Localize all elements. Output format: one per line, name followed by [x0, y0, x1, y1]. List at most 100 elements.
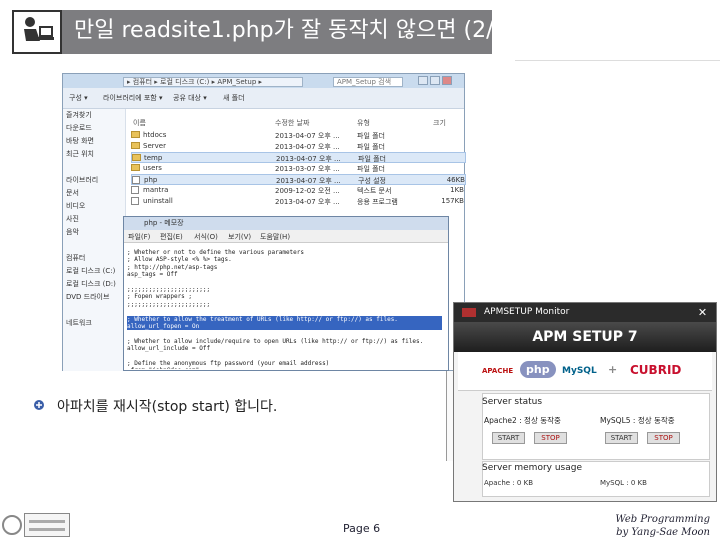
- toolbar-new-folder[interactable]: 새 폴더: [223, 93, 245, 103]
- apm-monitor-window: APMSETUP Monitor ✕ APM SETUP 7 APACHE ph…: [453, 302, 717, 502]
- file-row[interactable]: php 2013-04-07 오후 ... 구성 설정 46KB: [131, 174, 466, 185]
- notepad-line: ;from="john@doe.com": [127, 367, 442, 369]
- slide-title: 만일 readsite1.php가 잘 동작치 않으면 (2/2): [74, 18, 517, 43]
- apache-status: Apache2 : 정상 동작중: [484, 416, 561, 425]
- nav-item[interactable]: 즐겨찾기: [63, 109, 125, 122]
- close-button[interactable]: [442, 76, 452, 85]
- toolbar-organize[interactable]: 구성 ▾: [69, 93, 88, 103]
- notepad-menubar: 파일(F) 편집(E) 서식(O) 보기(V) 도움말(H): [124, 230, 448, 243]
- file-date: 2013-04-07 오후 ...: [275, 198, 340, 206]
- apm-window-title: APMSETUP Monitor: [484, 307, 570, 317]
- minimize-button[interactable]: [418, 76, 428, 85]
- file-date: 2013-04-07 오후 ...: [275, 143, 340, 151]
- mysql-logo: MySQL: [562, 366, 597, 376]
- university-seal-icon: [2, 515, 22, 535]
- explorer-address-bar[interactable]: ▸ 컴퓨터 ▸ 로컬 디스크 (C:) ▸ APM_Setup ▸: [123, 77, 303, 87]
- person-at-desk-icon: [24, 17, 54, 41]
- file-row[interactable]: Server 2013-04-07 오후 ... 파일 폴더: [131, 141, 466, 152]
- explorer-nav-pane: 즐겨찾기 다운로드 바탕 화면 최근 위치 라이브러리 문서 비디오 사진 음악…: [63, 109, 126, 371]
- nav-item[interactable]: 바탕 화면: [63, 135, 125, 148]
- notepad-text-area[interactable]: ; Whether or not to define the various p…: [127, 249, 442, 369]
- file-name: temp: [144, 154, 163, 162]
- notepad-line: ; Define the anonymous ftp password (you…: [127, 360, 330, 368]
- title-right-strip: [515, 38, 720, 61]
- menu-format[interactable]: 서식(O): [194, 232, 218, 242]
- folder-icon: [131, 142, 140, 149]
- file-icon: [132, 176, 140, 184]
- column-header-size[interactable]: 크기: [433, 118, 446, 128]
- file-icon: [131, 186, 139, 194]
- file-type: 응용 프로그램: [357, 198, 398, 206]
- notepad-line: ; Whether or not to define the various p…: [127, 249, 305, 256]
- file-type: 파일 폴더: [357, 165, 385, 173]
- file-name: uninstall: [143, 197, 173, 205]
- nav-item[interactable]: 음악: [63, 226, 125, 239]
- nav-item[interactable]: 라이브러리: [63, 174, 125, 187]
- apache-logo: APACHE: [482, 367, 514, 375]
- notepad-line: [127, 308, 442, 315]
- file-date: 2013-03-07 오후 ...: [275, 165, 340, 173]
- mysql-start-button[interactable]: START: [605, 432, 638, 444]
- bullet-icon: [34, 400, 44, 410]
- column-header-date[interactable]: 수정한 날짜: [275, 118, 309, 128]
- folder-icon: [131, 131, 140, 138]
- explorer-toolbar: 구성 ▾ 라이브러리에 포함 ▾ 공유 대상 ▾ 새 폴더: [63, 88, 464, 109]
- nav-item[interactable]: 사진: [63, 213, 125, 226]
- nav-item[interactable]: 최근 위치: [63, 148, 125, 161]
- university-logo: [24, 513, 70, 537]
- menu-help[interactable]: 도움말(H): [260, 232, 290, 242]
- menu-file[interactable]: 파일(F): [128, 232, 150, 242]
- mysql-status: MySQL5 : 정상 동작중: [600, 416, 675, 425]
- nav-item[interactable]: 비디오: [63, 200, 125, 213]
- notepad-line: asp_tags = Off: [127, 271, 178, 279]
- file-row[interactable]: mantra 2009-12-02 오전 ... 텍스트 문서 1KB: [131, 185, 466, 196]
- memory-usage-title: Server memory usage: [482, 463, 582, 473]
- maximize-button[interactable]: [430, 76, 440, 85]
- apm-titlebar: APMSETUP Monitor ✕: [454, 303, 716, 322]
- nav-item[interactable]: 로컬 디스크 (D:): [63, 278, 125, 291]
- nav-item[interactable]: 문서: [63, 187, 125, 200]
- notepad-line: ; Whether to allow the treatment of URLs…: [127, 315, 442, 324]
- nav-item[interactable]: DVD 드라이브: [63, 291, 125, 304]
- apache-stop-button[interactable]: STOP: [534, 432, 567, 444]
- file-size: 157KB: [441, 197, 464, 205]
- file-row[interactable]: htdocs 2013-04-07 오후 ... 파일 폴더: [131, 130, 466, 141]
- nav-item[interactable]: 로컬 디스크 (C:): [63, 265, 125, 278]
- credit-author: by Yang-Sae Moon: [616, 527, 710, 538]
- notepad-line: [127, 353, 442, 360]
- credit-course: Web Programming: [615, 514, 710, 525]
- file-row[interactable]: temp 2013-04-07 오후 ... 파일 폴더: [131, 152, 466, 163]
- folder-icon: [132, 154, 141, 161]
- apache-start-button[interactable]: START: [492, 432, 525, 444]
- notepad-line: [127, 330, 442, 337]
- close-icon[interactable]: ✕: [696, 306, 709, 319]
- menu-view[interactable]: 보기(V): [228, 232, 251, 242]
- file-size: 1KB: [450, 186, 464, 194]
- notepad-line: allow_url_fopen = On: [127, 323, 442, 331]
- file-size: 46KB: [446, 176, 465, 184]
- column-header-name[interactable]: 이름: [133, 118, 146, 128]
- apm-logo-strip: APACHE php MySQL + CUBRID: [458, 352, 712, 391]
- notepad-window: php - 메모장 파일(F) 편집(E) 서식(O) 보기(V) 도움말(H)…: [123, 216, 449, 371]
- notepad-line: ; Fopen wrappers ;: [127, 293, 193, 301]
- mysql-memory: MySQL : 0 KB: [600, 479, 647, 487]
- nav-item[interactable]: 네트워크: [63, 317, 125, 330]
- toolbar-share[interactable]: 공유 대상 ▾: [173, 93, 207, 103]
- plus-sign: +: [608, 363, 618, 376]
- explorer-search-input[interactable]: APM_Setup 검색: [333, 77, 403, 87]
- mysql-stop-button[interactable]: STOP: [647, 432, 680, 444]
- menu-edit[interactable]: 편집(E): [160, 232, 183, 242]
- nav-item[interactable]: 다운로드: [63, 122, 125, 135]
- file-row[interactable]: uninstall 2013-04-07 오후 ... 응용 프로그램 157KB: [131, 196, 466, 207]
- cubrid-logo: CUBRID: [630, 363, 682, 377]
- file-type: 파일 폴더: [357, 132, 385, 140]
- notepad-line: ;;;;;;;;;;;;;;;;;;;;;;;: [127, 286, 211, 294]
- toolbar-include-library[interactable]: 라이브러리에 포함 ▾: [103, 93, 162, 103]
- nav-item[interactable]: 컴퓨터: [63, 252, 125, 265]
- column-header-type[interactable]: 유형: [357, 118, 370, 128]
- file-name: Server: [143, 142, 166, 150]
- file-row[interactable]: users 2013-03-07 오후 ... 파일 폴더: [131, 163, 466, 174]
- file-type: 텍스트 문서: [357, 187, 392, 195]
